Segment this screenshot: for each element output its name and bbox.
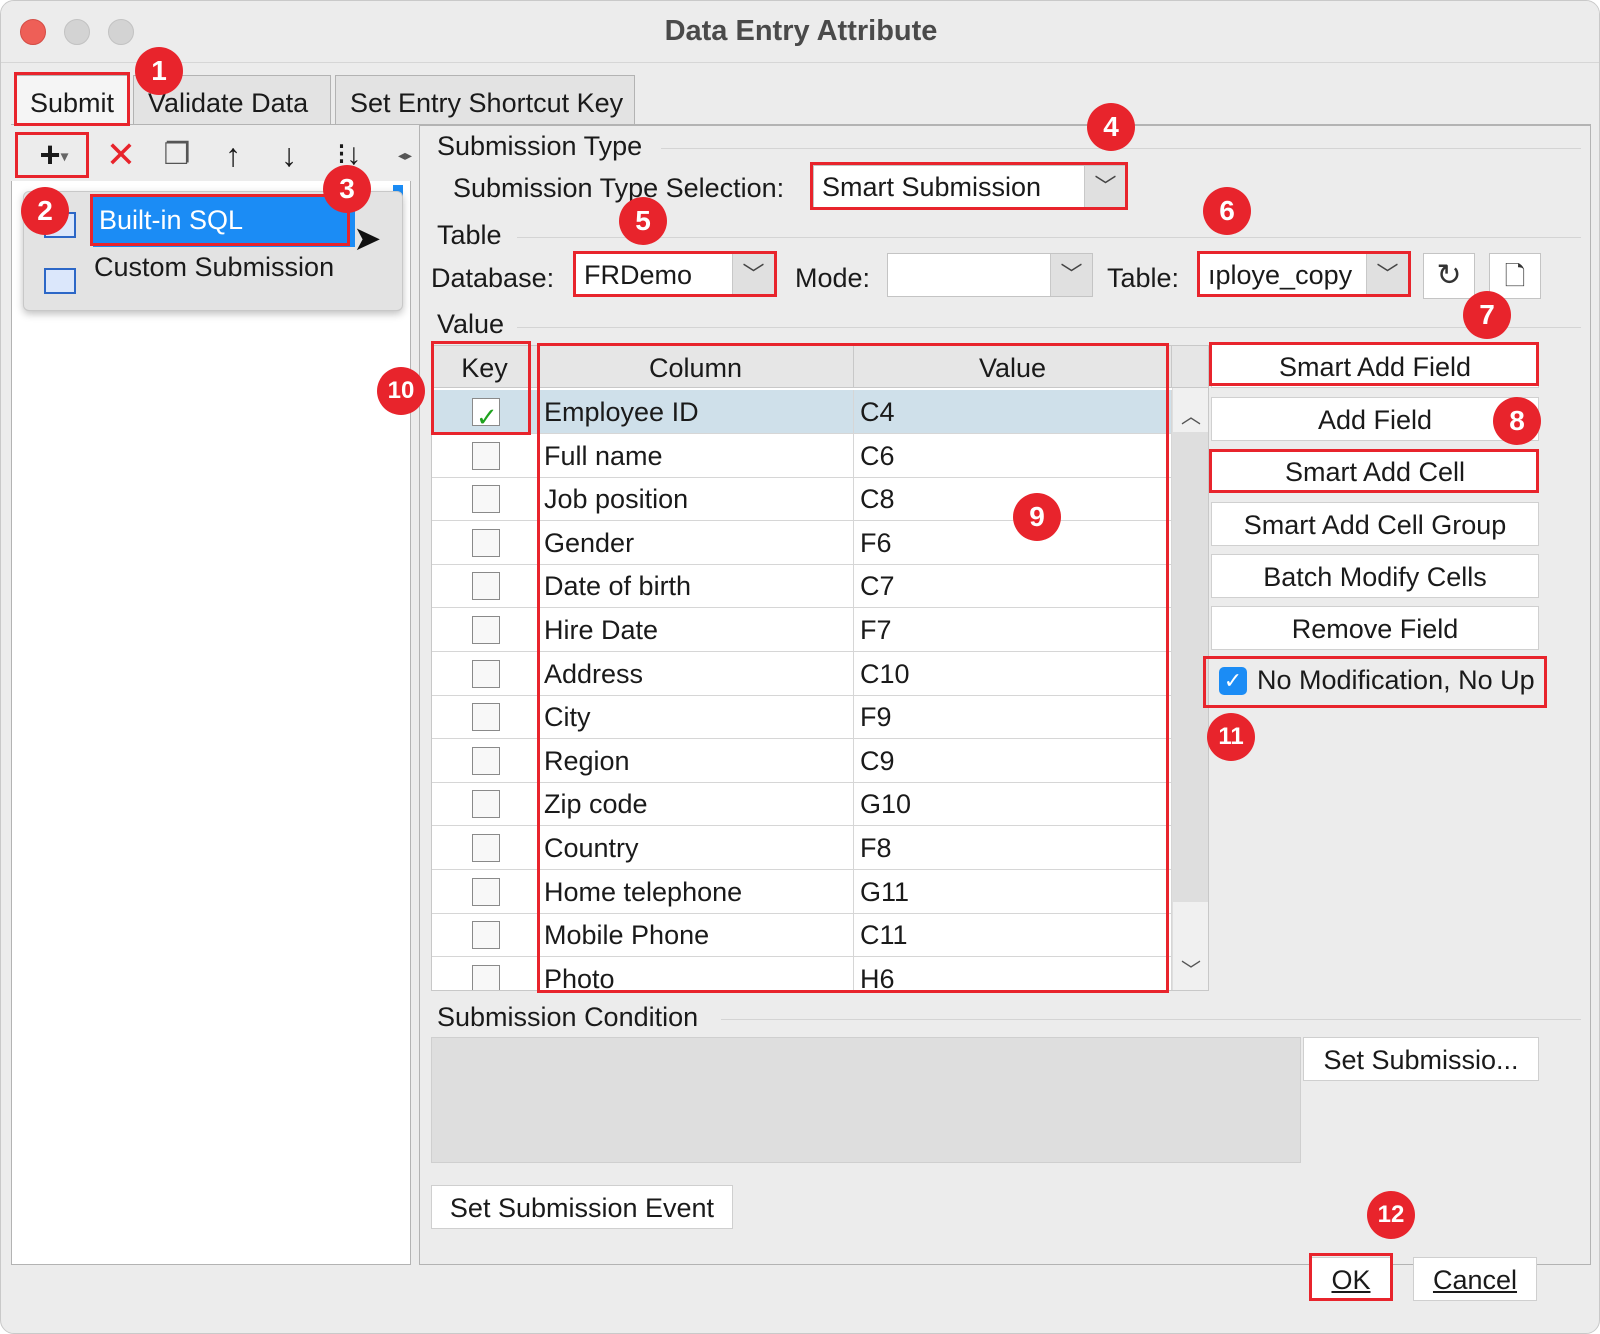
separator xyxy=(517,327,1581,328)
key-cell xyxy=(432,738,538,782)
highlight-table xyxy=(1197,251,1411,297)
highlight-database xyxy=(573,251,777,297)
key-cell xyxy=(432,520,538,564)
highlight-smart-add-field xyxy=(1209,342,1539,386)
cancel-button[interactable]: Cancel xyxy=(1413,1257,1537,1301)
add-field-button[interactable]: Add Field xyxy=(1211,397,1539,441)
cancel-label: Cancel xyxy=(1432,1265,1518,1295)
move-down-icon[interactable]: ↓ xyxy=(269,135,309,175)
highlight-built-in-sql xyxy=(90,194,350,246)
key-checkbox[interactable] xyxy=(472,921,500,950)
key-checkbox[interactable] xyxy=(472,877,500,906)
annotation-badge: 5 xyxy=(619,197,667,245)
key-checkbox[interactable] xyxy=(472,746,500,775)
database-label: Database: xyxy=(431,263,555,293)
key-cell xyxy=(432,913,538,957)
annotation-badge: 9 xyxy=(1013,493,1061,541)
custom-submission-icon xyxy=(44,268,76,294)
key-checkbox[interactable] xyxy=(472,616,500,644)
table-heading: Table xyxy=(437,220,502,250)
tab-set-entry-shortcut-key[interactable]: Set Entry Shortcut Key xyxy=(335,75,635,125)
mouse-cursor-icon: ➤ xyxy=(353,220,382,258)
copy-icon[interactable]: ❐ xyxy=(157,135,197,175)
annotation-badge: 6 xyxy=(1203,187,1251,235)
submission-condition-heading: Submission Condition xyxy=(437,1002,699,1032)
submission-type-heading: Submission Type xyxy=(437,131,643,161)
separator xyxy=(721,1019,1581,1020)
highlight-submission-type xyxy=(810,162,1128,210)
title-bar: Data Entry Attribute xyxy=(1,1,1599,63)
batch-modify-cells-button[interactable]: Batch Modify Cells xyxy=(1211,554,1539,598)
highlight-smart-add-cell xyxy=(1209,449,1539,493)
highlight-submit-tab xyxy=(14,72,130,126)
key-cell xyxy=(432,433,538,477)
set-submission-condition-button[interactable]: Set Submissio... xyxy=(1303,1037,1539,1081)
key-checkbox[interactable] xyxy=(472,834,500,862)
key-checkbox[interactable] xyxy=(472,572,500,601)
highlight-no-modification xyxy=(1203,656,1547,708)
refresh-icon[interactable]: ↻ xyxy=(1423,253,1475,299)
window-title: Data Entry Attribute xyxy=(664,15,938,47)
key-checkbox[interactable] xyxy=(472,703,500,732)
key-checkbox[interactable] xyxy=(472,528,500,557)
submission-type-label: Submission Type Selection: xyxy=(453,173,785,203)
chevron-down-icon[interactable]: ﹀ xyxy=(1050,254,1092,296)
mode-select[interactable]: ﹀ xyxy=(887,253,1093,297)
highlight-column-value xyxy=(537,343,1169,993)
value-heading: Value xyxy=(437,309,505,339)
key-checkbox[interactable] xyxy=(472,659,500,688)
annotation-badge: 3 xyxy=(323,165,371,213)
scroll-down-icon[interactable]: ﹀ xyxy=(1173,954,1208,983)
mode-label: Mode: xyxy=(795,263,871,293)
toolbar-scroll-icon[interactable]: ◂▸ xyxy=(397,135,413,175)
annotation-badge: 10 xyxy=(377,367,425,415)
highlight-add-button xyxy=(15,132,89,178)
key-cell xyxy=(432,826,538,869)
menu-item-custom-submission[interactable]: Custom Submission xyxy=(94,252,334,283)
smart-add-cell-group-button[interactable]: Smart Add Cell Group xyxy=(1211,502,1539,546)
key-cell xyxy=(432,956,538,990)
table-label: Table: xyxy=(1107,263,1180,293)
submission-condition-area xyxy=(431,1037,1301,1163)
key-cell xyxy=(432,564,538,608)
highlight-key-column xyxy=(431,341,531,435)
annotation-badge: 12 xyxy=(1367,1191,1415,1239)
key-checkbox[interactable] xyxy=(472,485,500,514)
key-checkbox[interactable] xyxy=(472,790,500,819)
move-up-icon[interactable]: ↑ xyxy=(213,135,253,175)
annotation-badge: 4 xyxy=(1087,103,1135,151)
key-cell xyxy=(432,695,538,739)
annotation-badge: 8 xyxy=(1493,397,1541,445)
key-checkbox[interactable] xyxy=(472,441,500,470)
annotation-badge: 2 xyxy=(21,187,69,235)
remove-field-button[interactable]: Remove Field xyxy=(1211,606,1539,650)
key-checkbox[interactable] xyxy=(472,964,500,990)
separator xyxy=(517,237,1581,238)
scroll-up-icon[interactable]: ︿ xyxy=(1173,400,1208,429)
delete-icon[interactable]: ✕ xyxy=(101,135,141,175)
key-cell xyxy=(432,651,538,695)
key-cell xyxy=(432,608,538,651)
set-submission-event-button[interactable]: Set Submission Event xyxy=(431,1185,733,1229)
key-cell xyxy=(432,782,538,826)
key-cell xyxy=(432,869,538,913)
highlight-ok-button xyxy=(1309,1253,1393,1301)
annotation-badge: 7 xyxy=(1463,291,1511,339)
annotation-badge: 1 xyxy=(135,47,183,95)
dialog-window: Data Entry Attribute Submit Validate Dat… xyxy=(0,0,1600,1334)
annotation-badge: 11 xyxy=(1207,713,1255,761)
key-cell xyxy=(432,477,538,521)
